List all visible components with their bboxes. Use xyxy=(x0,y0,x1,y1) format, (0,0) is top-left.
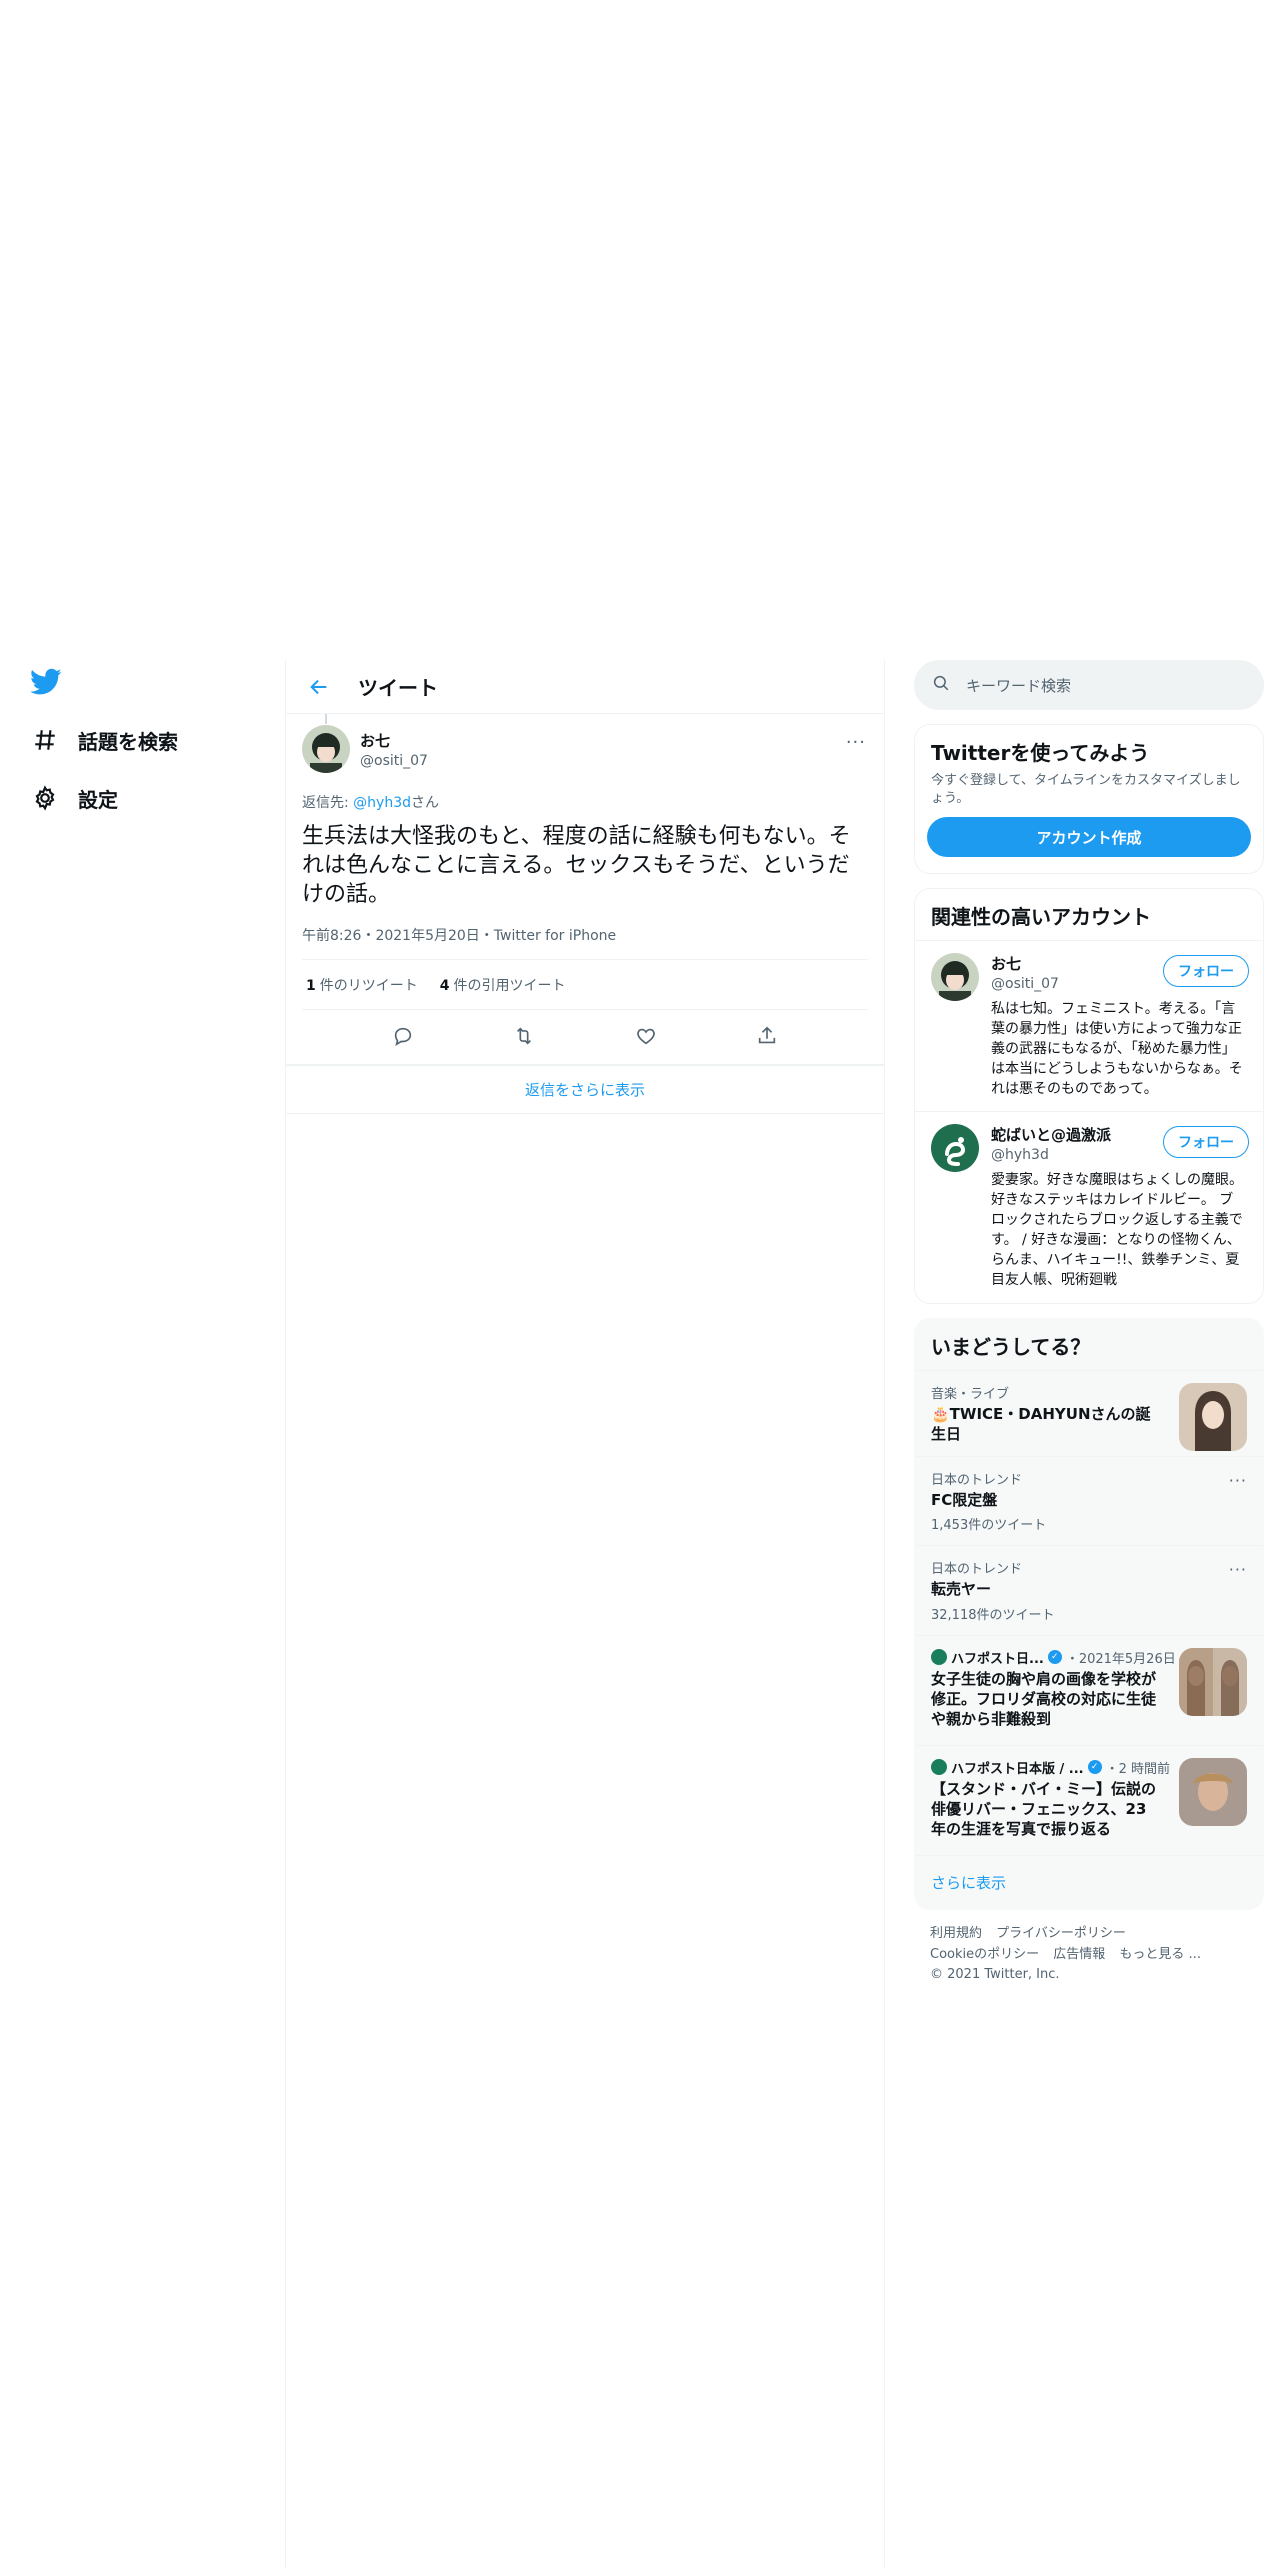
news-thumbnail xyxy=(1179,1757,1247,1826)
footer-link-terms[interactable]: 利用規約 xyxy=(930,1926,982,1941)
tweet-author-name[interactable]: お七 xyxy=(360,730,428,751)
thread-line xyxy=(325,714,327,724)
account-bio: 愛妻家。好きな魔眼はちょくしの魔眼。好きなステッキはカレイドルビー。 ブロックさ… xyxy=(991,1172,1243,1288)
trend-category: 日本のトレンド xyxy=(931,1562,1023,1578)
tweet-meta[interactable]: 午前8:26・2021年5月20日・Twitter for iPhone xyxy=(302,925,868,961)
copyright: © 2021 Twitter, Inc. xyxy=(930,1967,1060,1983)
tweet-detail: お七 @ositi_07 ··· 返信先: @hyh3dさん 生兵法は大怪我のも… xyxy=(286,714,884,1062)
like-icon[interactable] xyxy=(633,1023,659,1049)
twitter-logo-icon[interactable] xyxy=(30,668,62,696)
tweet-text: 生兵法は大怪我のもと、程度の話に経験も何もない。それは色んなことに言える。セック… xyxy=(302,824,851,908)
trend-title: 転売ヤー xyxy=(931,1580,992,1599)
tweet-stats: 1 件のリツイート 4 件の引用ツイート xyxy=(302,960,868,1011)
main-header: ツイート xyxy=(286,660,884,714)
news-title: 女子生徒の胸や肩の画像を学校が修正。フロリダ高校の対応に生徒や親から非難殺到 xyxy=(931,1669,1157,1729)
nav-explore-label: 話題を検索 xyxy=(78,729,178,754)
show-more-trends-link[interactable]: さらに表示 xyxy=(915,1854,1263,1909)
news-title: 【スタンド・バイ・ミー】伝説の俳優リバー・フェニックス、23年の生涯を写真で振り… xyxy=(931,1779,1157,1839)
back-arrow-icon[interactable] xyxy=(304,672,334,702)
related-accounts-title: 関連性の高いアカウント xyxy=(931,905,1151,930)
trend-count: 32,118件のツイート xyxy=(931,1607,1055,1623)
account-bio: 私は七知。フェミニスト。考える。「言葉の暴力性」は使い方によって強力な正義の武器… xyxy=(991,1001,1243,1097)
source-logo-icon xyxy=(931,1649,947,1666)
news-source-name: ハフポスト日... xyxy=(951,1651,1044,1667)
trend-category: 日本のトレンド xyxy=(931,1473,1023,1489)
verified-badge-icon: ✓ xyxy=(1047,1650,1062,1665)
reply-to-prefix: 返信先: xyxy=(302,795,354,811)
retweet-count-link[interactable]: 1 件のリツイート xyxy=(306,975,418,995)
trend-thumbnail xyxy=(1179,1382,1247,1451)
tweet-header: お七 @ositi_07 xyxy=(302,724,868,774)
nav-explore[interactable]: 話題を検索 xyxy=(30,720,178,760)
reply-to-handle-link[interactable]: @hyh3d xyxy=(353,795,411,811)
account-card[interactable]: 蛇ばいと@過激派 @hyh3d 愛妻家。好きな魔眼はちょくしの魔眼。好きなステッ… xyxy=(915,1111,1263,1302)
search-bar[interactable]: キーワード検索 xyxy=(914,660,1264,710)
trend-item[interactable]: 日本のトレンド FC限定盤 1,453件のツイート ··· xyxy=(915,1456,1263,1545)
footer-link-more[interactable]: もっと見る ... xyxy=(1119,1947,1201,1962)
news-time: ・2 時間前 xyxy=(1105,1761,1171,1777)
create-account-button[interactable]: アカウント作成 xyxy=(927,817,1251,858)
hashtag-icon xyxy=(30,725,60,755)
trend-item[interactable]: 日本のトレンド 転売ヤー 32,118件のツイート ··· xyxy=(915,1545,1263,1634)
footer-link-ads[interactable]: 広告情報 xyxy=(1053,1947,1105,1962)
nav-settings[interactable]: 設定 xyxy=(30,778,118,818)
right-column: キーワード検索 Twitterを使ってみよう 今すぐ登録して、タイムラインをカス… xyxy=(914,660,1264,2000)
main-column: ツイート お七 @ositi_07 ··· 返信先: @hyh3dさん 生兵法は… xyxy=(286,660,884,1115)
signup-description: 今すぐ登録して、タイムラインをカスタマイズしましょう。 xyxy=(931,773,1241,806)
search-input[interactable]: キーワード検索 xyxy=(966,675,1071,696)
news-item[interactable]: ハフポスト日本版 / ... ✓ ・2 時間前 【スタンド・バイ・ミー】伝説の俳… xyxy=(915,1744,1263,1855)
trend-item[interactable]: 音楽・ライブ 🎂TWICE・DAHYUNさんの誕生日 xyxy=(915,1369,1263,1457)
trend-title: FC限定盤 xyxy=(931,1491,998,1510)
news-item[interactable]: ハフポスト日... ✓ ・2021年5月26日 女子生徒の胸や肩の画像を学校が修… xyxy=(915,1634,1263,1745)
retweet-icon[interactable] xyxy=(511,1023,537,1049)
search-icon xyxy=(932,674,950,696)
quote-count-link[interactable]: 4 件の引用ツイート xyxy=(440,975,566,995)
account-card[interactable]: お七 @ositi_07 私は七知。フェミニスト。考える。「言葉の暴力性」は使い… xyxy=(915,940,1263,1111)
gear-icon xyxy=(30,783,60,813)
source-logo-icon xyxy=(931,1759,947,1776)
more-options-icon[interactable]: ··· xyxy=(1229,1471,1247,1490)
trends-title: いまどうしてる？ xyxy=(931,1334,1091,1359)
trends-panel: いまどうしてる？ 音楽・ライブ 🎂TWICE・DAHYUNさんの誕生日 日本のト… xyxy=(914,1317,1264,1910)
news-thumbnail xyxy=(1179,1647,1247,1716)
related-accounts-panel: 関連性の高いアカウント お七 @ositi_07 私は七知。フェミニスト。考える… xyxy=(914,888,1264,1304)
follow-button[interactable]: フォロー xyxy=(1163,1126,1249,1159)
footer-link-cookie[interactable]: Cookieのポリシー xyxy=(930,1947,1039,1962)
avatar[interactable] xyxy=(931,953,979,1002)
more-options-icon[interactable]: ··· xyxy=(1229,1560,1247,1579)
reply-icon[interactable] xyxy=(390,1023,416,1049)
verified-badge-icon: ✓ xyxy=(1087,1760,1102,1775)
reply-to: 返信先: @hyh3dさん xyxy=(302,792,868,812)
share-icon[interactable] xyxy=(754,1023,780,1049)
reply-to-suffix: さん xyxy=(411,795,439,811)
footer-link-privacy[interactable]: プライバシーポリシー xyxy=(996,1926,1126,1941)
page-title: ツイート xyxy=(358,676,438,700)
avatar[interactable] xyxy=(931,1124,979,1173)
tweet-actions xyxy=(302,1010,868,1062)
trend-title: 🎂TWICE・DAHYUNさんの誕生日 xyxy=(931,1404,1151,1443)
trend-count: 1,453件のツイート xyxy=(931,1518,1047,1534)
show-more-replies-link[interactable]: 返信をさらに表示 xyxy=(286,1066,884,1115)
avatar[interactable] xyxy=(302,725,350,773)
news-source-name: ハフポスト日本版 / ... xyxy=(951,1761,1084,1777)
tweet-author-handle[interactable]: @ositi_07 xyxy=(360,753,428,769)
follow-button[interactable]: フォロー xyxy=(1163,955,1249,988)
news-time: ・2021年5月26日 xyxy=(1065,1651,1176,1667)
signup-panel: Twitterを使ってみよう 今すぐ登録して、タイムラインをカスタマイズしましょ… xyxy=(914,724,1264,875)
nav-settings-label: 設定 xyxy=(78,787,118,812)
signup-title: Twitterを使ってみよう xyxy=(931,741,1150,765)
footer: 利用規約 プライバシーポリシー Cookieのポリシー 広告情報 もっと見る .… xyxy=(914,1910,1264,2000)
column-divider-right xyxy=(884,660,885,2568)
more-options-icon[interactable]: ··· xyxy=(846,732,866,753)
